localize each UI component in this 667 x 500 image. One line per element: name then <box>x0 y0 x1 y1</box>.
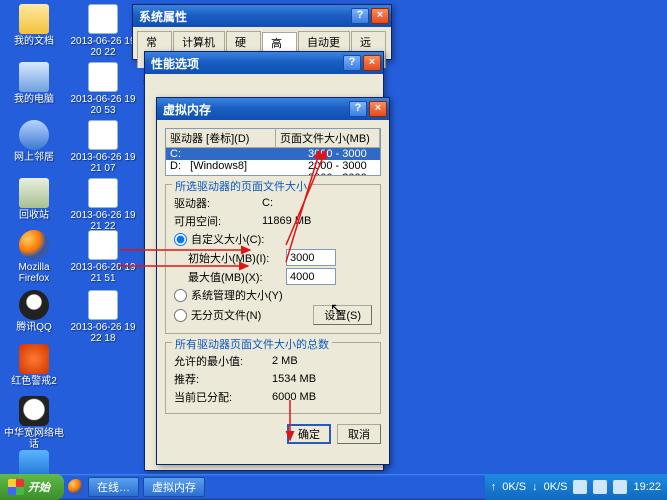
app-icon <box>19 396 49 426</box>
cancel-button[interactable]: 取消 <box>337 424 381 444</box>
radio-no-paging[interactable] <box>174 309 187 322</box>
desktop-icon[interactable]: 2013-06-26 1921 51 <box>66 230 140 284</box>
desktop-icon[interactable]: 2013-06-26 1920 53 <box>66 62 140 116</box>
titlebar-perf[interactable]: 性能选项 ? × <box>145 52 383 74</box>
desktop-icon[interactable]: 2013-06-26 1920 22 <box>66 4 140 58</box>
taskbar: 开始 在线… 虚拟内存 ↑0K/S ↓0K/S 19:22 <box>0 474 667 500</box>
net-up: 0K/S <box>502 481 526 493</box>
free-space-value: 11869 MB <box>262 215 311 227</box>
titlebar-vm[interactable]: 虚拟内存 ? × <box>157 98 389 120</box>
file-icon <box>88 290 118 320</box>
desktop-icon[interactable]: 2013-06-26 1921 22 <box>66 178 140 232</box>
radio-custom-size[interactable] <box>174 233 187 246</box>
tray-icon[interactable] <box>593 480 607 494</box>
desktop-icon[interactable]: 腾讯QQ <box>4 290 64 333</box>
system-tray: ↑0K/S ↓0K/S 19:22 <box>485 474 667 500</box>
tray-icon[interactable] <box>573 480 587 494</box>
close-button[interactable]: × <box>371 8 389 24</box>
drive-list-header: 驱动器 [卷标](D) 页面文件大小(MB) <box>166 129 380 148</box>
drive-row[interactable]: D: [Windows8]2000 - 3000 <box>166 160 380 172</box>
close-button[interactable]: × <box>363 55 381 71</box>
drive-list[interactable]: 驱动器 [卷标](D) 页面文件大小(MB) C: 3000 - 3000D: … <box>165 128 381 176</box>
close-button[interactable]: × <box>369 101 387 117</box>
task-button-2[interactable]: 虚拟内存 <box>143 477 205 497</box>
file-icon <box>88 230 118 260</box>
max-size-input[interactable] <box>286 268 336 285</box>
initial-size-input[interactable] <box>286 249 336 266</box>
titlebar-title: 系统属性 <box>139 8 187 25</box>
min-value: 2 MB <box>272 355 298 367</box>
drive-row[interactable]: C: 3000 - 3000 <box>166 148 380 160</box>
tray-icon[interactable] <box>613 480 627 494</box>
titlebar-sysprops[interactable]: 系统属性 ? × <box>133 5 391 27</box>
desktop-icon[interactable]: 2013-06-26 1922 18 <box>66 290 140 344</box>
desktop-icon[interactable]: 网上邻居 <box>4 120 64 163</box>
desktop-icon[interactable]: Mozilla Firefox <box>4 230 64 284</box>
file-icon <box>88 4 118 34</box>
cursor-icon: ↖ <box>330 300 342 317</box>
app-icon <box>19 290 49 320</box>
net-dn: 0K/S <box>544 481 568 493</box>
desktop-icon[interactable]: 回收站 <box>4 178 64 221</box>
radio-system-managed[interactable] <box>174 289 187 302</box>
titlebar-title: 性能选项 <box>151 55 199 72</box>
app-icon <box>19 4 49 34</box>
titlebar-title: 虚拟内存 <box>163 101 211 118</box>
desktop-icon[interactable]: 红色警戒2 <box>4 344 64 387</box>
app-icon <box>19 230 49 260</box>
task-button-1[interactable]: 在线… <box>88 477 139 497</box>
file-icon <box>88 62 118 92</box>
start-button[interactable]: 开始 <box>0 474 64 500</box>
group-selected-drive: 所选驱动器的页面文件大小 <box>172 178 310 194</box>
app-icon <box>19 344 49 374</box>
clock: 19:22 <box>633 481 661 493</box>
help-button[interactable]: ? <box>349 101 367 117</box>
ok-button[interactable]: 确定 <box>287 424 331 444</box>
help-button[interactable]: ? <box>343 55 361 71</box>
app-icon <box>19 62 49 92</box>
group-all-drives: 所有驱动器页面文件大小的总数 <box>172 336 332 352</box>
app-icon <box>19 120 49 150</box>
desktop-icon[interactable]: 2013-06-26 1921 07 <box>66 120 140 174</box>
help-button[interactable]: ? <box>351 8 369 24</box>
desktop-icon[interactable]: 我的文档 <box>4 4 64 47</box>
rec-value: 1534 MB <box>272 373 316 385</box>
set-button[interactable]: 设置(S) <box>313 305 372 325</box>
desktop-icon[interactable]: 中华宽网络电话 <box>4 396 64 450</box>
desktop-icon[interactable]: 我的电脑 <box>4 62 64 105</box>
virtual-memory-dialog: 虚拟内存 ? × 驱动器 [卷标](D) 页面文件大小(MB) C: 3000 … <box>156 97 390 465</box>
app-icon <box>19 178 49 208</box>
file-icon <box>88 120 118 150</box>
selected-drive-value: C: <box>262 197 273 209</box>
drive-row[interactable]: E: [应用软件]2000 - 3000 <box>166 172 380 176</box>
file-icon <box>88 178 118 208</box>
cur-value: 6000 MB <box>272 391 316 403</box>
quicklaunch-firefox-icon[interactable] <box>68 479 84 495</box>
